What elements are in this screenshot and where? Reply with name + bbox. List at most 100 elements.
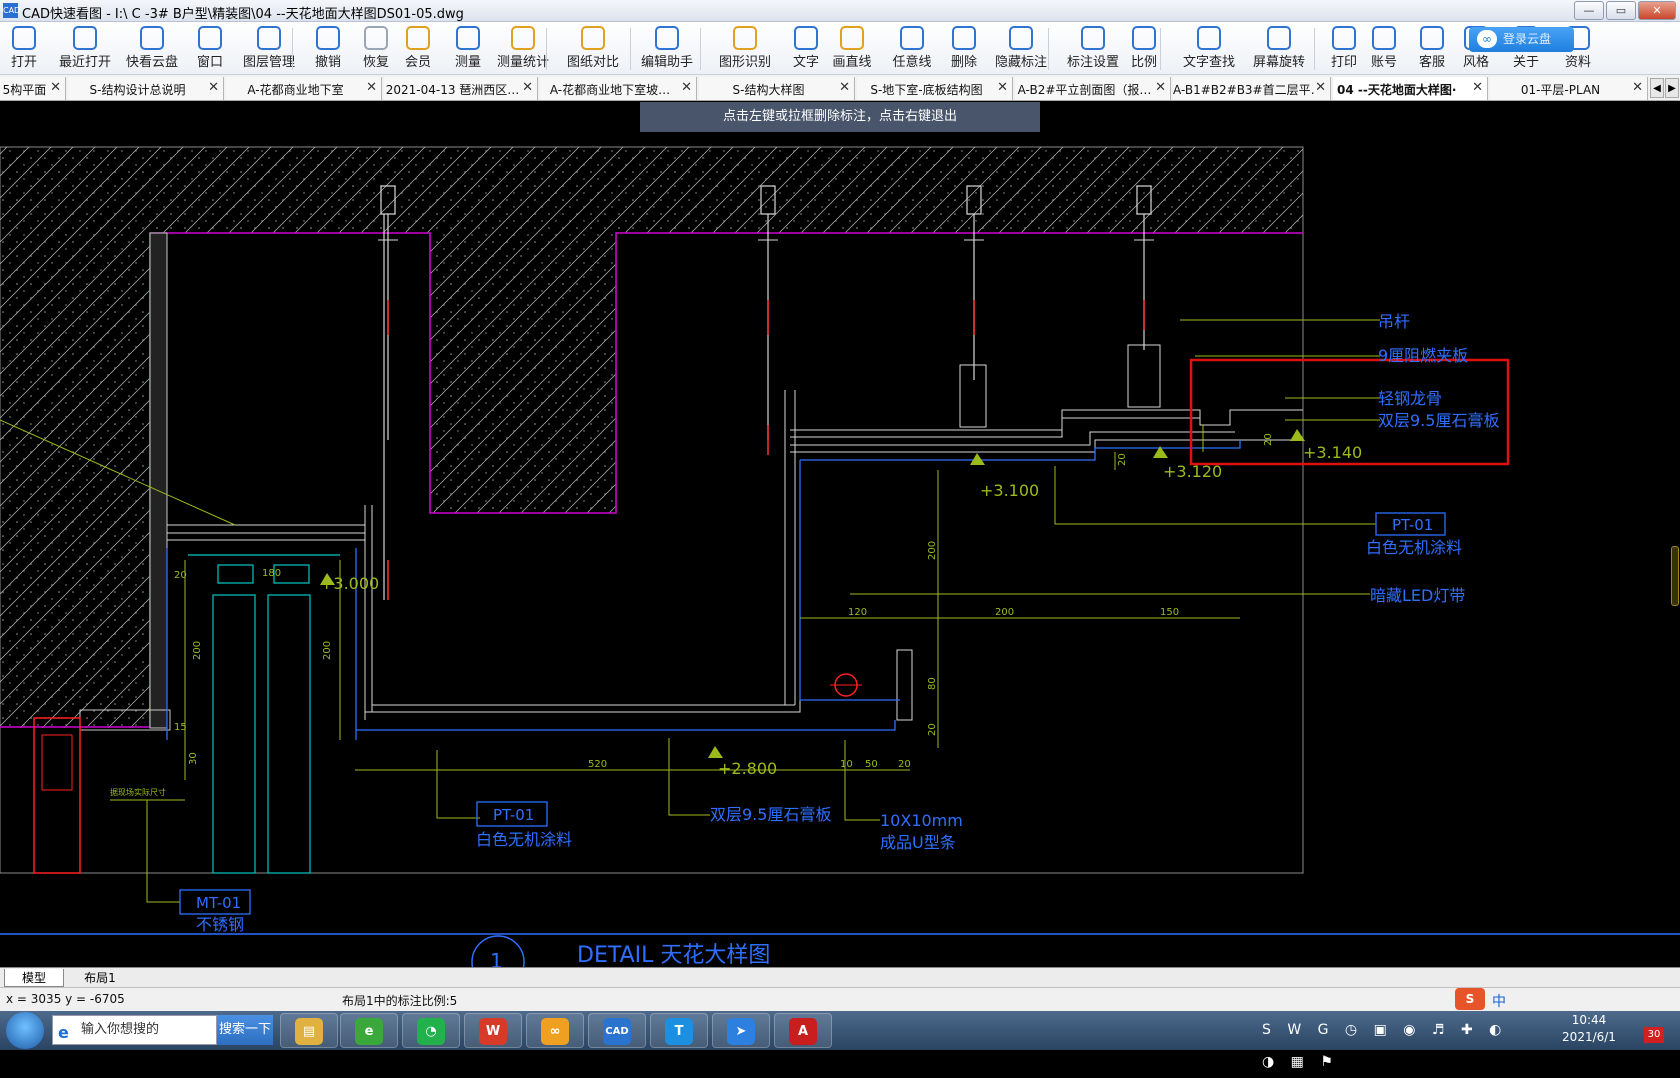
document-tab-bar: 5构平面 ✕ S-结构设计总说明 ✕ A-花都商业地下室 ✕ 2021-04-13 琶洲西区… <box>0 75 1680 101</box>
toolbar-button-10[interactable]: 图纸对比 <box>562 24 624 74</box>
toolbar-button-2[interactable]: 快看云盘 <box>124 24 180 74</box>
document-tab-1[interactable]: S-结构设计总说明 ✕ <box>68 77 224 100</box>
tab-label: 01-平层-PLAN <box>1520 83 1601 97</box>
tab-label: S-结构设计总说明 <box>89 83 186 97</box>
tab-close-icon[interactable]: ✕ <box>997 80 1008 95</box>
toolbar-button-12[interactable]: 图形识别 <box>714 24 776 74</box>
toolbar-button-22[interactable]: 打印 <box>1326 24 1362 74</box>
explorer-icon: ▤ <box>295 1018 323 1045</box>
maximize-button[interactable]: ▭ <box>1606 1 1636 20</box>
close-button[interactable]: ✕ <box>1638 1 1676 20</box>
toolbar-button-11[interactable]: 编辑助手 <box>636 24 698 74</box>
toolbar-button-18[interactable]: 标注设置 <box>1062 24 1124 74</box>
shape-recognition-icon <box>733 26 757 50</box>
wps-icon: W <box>479 1018 507 1045</box>
toolbar-button-5[interactable]: 撤销 <box>308 24 348 74</box>
clock-date[interactable]: 2021/6/1 <box>1554 1030 1624 1044</box>
document-tab-7[interactable]: A-B2#平立剖面图（报… ✕ <box>1015 77 1171 100</box>
toolbar-button-label: 画直线 <box>832 55 872 70</box>
taskbar-search-input[interactable]: e 输入你想搜的 <box>52 1015 217 1045</box>
tab-close-icon[interactable]: ✕ <box>522 80 533 95</box>
taskbar-app-0[interactable]: ▤ <box>280 1013 338 1048</box>
taskbar-search-button[interactable]: 搜索一下 <box>217 1015 273 1045</box>
toolbar-button-0[interactable]: 打开 <box>4 24 44 74</box>
annotation-settings-icon <box>1081 26 1105 50</box>
taskbar-app-1[interactable]: e <box>340 1013 398 1048</box>
toolbar-button-13[interactable]: 文字 <box>786 24 826 74</box>
tab-close-icon[interactable]: ✕ <box>366 80 377 95</box>
document-tab-4[interactable]: A-花都商业地下室坡… ✕ <box>540 77 697 100</box>
tab-next-button[interactable]: ▶ <box>1665 78 1679 98</box>
svg-text:轻钢龙骨: 轻钢龙骨 <box>1378 389 1442 408</box>
toolbar-button-3[interactable]: 窗口 <box>190 24 230 74</box>
toolbar-button-9[interactable]: 测量统计 <box>492 24 554 74</box>
minimize-button[interactable]: — <box>1574 1 1604 20</box>
svg-text:180: 180 <box>262 568 281 579</box>
svg-text:80: 80 <box>927 677 938 690</box>
document-tab-3[interactable]: 2021-04-13 琶洲西区… ✕ <box>384 77 538 100</box>
tab-prev-button[interactable]: ◀ <box>1650 78 1664 98</box>
tab-label: A-B1#B2#B3#首二层平… <box>1173 83 1314 97</box>
taskbar-app-7[interactable]: ➤ <box>712 1013 770 1048</box>
tab-close-icon[interactable]: ✕ <box>1632 80 1643 95</box>
tab-close-icon[interactable]: ✕ <box>1315 80 1326 95</box>
toolbar-button-label: 比例 <box>1130 55 1157 70</box>
system-tray-icons[interactable]: S W G ◷ ▣ ◉ ♬ ✚ ◐ ◑ ▦ ⚑ <box>1262 1014 1522 1070</box>
document-tab-5[interactable]: S-结构大样图 ✕ <box>699 77 855 100</box>
annotation-scale-info: 布局1中的标注比例:5 <box>342 994 458 1008</box>
svg-text:10: 10 <box>840 759 853 770</box>
toolbar-button-20[interactable]: 文字查找 <box>1178 24 1240 74</box>
toolbar-button-label: 文字 <box>792 55 819 70</box>
tab-close-icon[interactable]: ✕ <box>1155 80 1166 95</box>
tab-close-icon[interactable]: ✕ <box>839 80 850 95</box>
taskbar-app-5[interactable]: CAD <box>588 1013 646 1048</box>
document-tab-8[interactable]: A-B1#B2#B3#首二层平… ✕ <box>1173 77 1331 100</box>
toolbar-button-4[interactable]: 图层管理 <box>238 24 300 74</box>
notification-badge[interactable]: 30 <box>1644 1027 1664 1043</box>
callout-labels: 吊杆 9厘阻燃夹板 轻钢龙骨 双层9.5厘石膏板 白色无机涂料 暗藏LED灯带 … <box>196 312 1499 934</box>
taskbar-app-4[interactable]: ∞ <box>526 1013 584 1048</box>
toolbar-button-23[interactable]: 账号 <box>1366 24 1402 74</box>
start-button[interactable] <box>6 1012 44 1049</box>
autocad-icon: A <box>789 1018 817 1045</box>
svg-text:双层9.5厘石膏板: 双层9.5厘石膏板 <box>1378 411 1499 430</box>
taskbar-app-8[interactable]: A <box>774 1013 832 1048</box>
toolbar-button-8[interactable]: 测量 <box>448 24 488 74</box>
toolbar-button-1[interactable]: 最近打开 <box>54 24 116 74</box>
svg-text:20: 20 <box>927 723 938 736</box>
toolbar-button-15[interactable]: 任意线 <box>888 24 936 74</box>
detail-title: DETAIL 天花大样图 <box>577 943 770 967</box>
clock-time[interactable]: 10:44 <box>1554 1013 1624 1027</box>
taskbar-app-3[interactable]: W <box>464 1013 522 1048</box>
drawing-canvas[interactable]: +3.100 +3.120 +3.140 +3.000 +2.800 520 5… <box>0 101 1680 967</box>
toolbar-button-19[interactable]: 比例 <box>1126 24 1162 74</box>
toolbar-button-16[interactable]: 删除 <box>944 24 984 74</box>
toolbar-button-24[interactable]: 客服 <box>1414 24 1450 74</box>
title-bar: CAD CAD快速看图 - I:\ C -3# B户型\精装图\04 --天花地… <box>0 0 1680 22</box>
tab-close-icon[interactable]: ✕ <box>1472 80 1483 95</box>
vertical-scroll-thumb[interactable] <box>1671 546 1679 606</box>
toolbar-button-6[interactable]: 恢复 <box>356 24 396 74</box>
feishu-icon: ➤ <box>727 1018 755 1045</box>
cloud-login-button[interactable]: ∞ 登录云盘 <box>1469 27 1574 52</box>
toolbar-button-17[interactable]: 隐藏标注 <box>990 24 1052 74</box>
document-tab-6[interactable]: S-地下室-底板结构图 ✕ <box>857 77 1013 100</box>
toolbar-button-7[interactable]: 会员 <box>400 24 436 74</box>
taskbar-app-2[interactable]: ◔ <box>402 1013 460 1048</box>
document-tab-10[interactable]: 01-平层-PLAN ✕ <box>1490 77 1648 100</box>
tab-model[interactable]: 模型 <box>4 969 64 987</box>
tab-layout1[interactable]: 布局1 <box>70 969 130 987</box>
tab-close-icon[interactable]: ✕ <box>208 80 219 95</box>
ime-mode-indicator[interactable]: 中 <box>1492 991 1506 1011</box>
sogou-ime-icon[interactable]: S <box>1455 988 1485 1010</box>
document-tab-0[interactable]: 5构平面 ✕ <box>0 77 66 100</box>
ie-icon: e <box>58 1023 69 1042</box>
taskbar-app-6[interactable]: T <box>650 1013 708 1048</box>
document-tab-9[interactable]: 04 --天花地面大样图· ✕ <box>1333 77 1488 100</box>
document-tab-2[interactable]: A-花都商业地下室 ✕ <box>226 77 382 100</box>
toolbar-button-14[interactable]: 画直线 <box>828 24 876 74</box>
compare-icon <box>581 26 605 50</box>
tab-close-icon[interactable]: ✕ <box>681 80 692 95</box>
tab-close-icon[interactable]: ✕ <box>50 80 61 95</box>
toolbar-button-21[interactable]: 屏幕旋转 <box>1248 24 1310 74</box>
